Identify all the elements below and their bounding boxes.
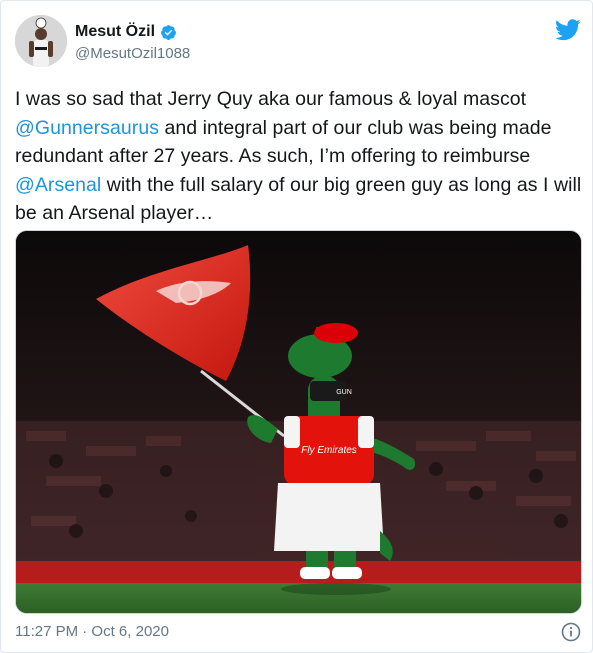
tweet-card: Mesut Özil @MesutOzil1088 I was so sad t… (0, 0, 593, 653)
display-name-row: Mesut Özil (75, 21, 190, 43)
author-names: Mesut Özil @MesutOzil1088 (75, 21, 190, 62)
display-name[interactable]: Mesut Özil (75, 23, 155, 41)
tweet-text-segment: I was so sad that Jerry Quy aka our famo… (15, 88, 527, 110)
tweet-header: Mesut Özil @MesutOzil1088 (15, 15, 581, 75)
timestamp[interactable]: 11:27 PM · Oct 6, 2020 (15, 623, 169, 640)
pitch-side-boards (16, 561, 581, 583)
shirt-sponsor: Fly Emirates (301, 445, 357, 456)
tweet-photo[interactable]: Fly Emirates GUN (15, 230, 582, 614)
mention-gunnersaurus[interactable]: @Gunnersaurus (15, 117, 159, 139)
mascot-photo: Fly Emirates GUN (16, 231, 581, 613)
verified-badge-icon (161, 24, 176, 40)
info-icon[interactable] (561, 622, 581, 642)
collar-text: GUN (336, 389, 352, 396)
twitter-bird-icon[interactable] (555, 19, 581, 41)
handle[interactable]: @MesutOzil1088 (75, 45, 190, 62)
mention-arsenal[interactable]: @Arsenal (15, 174, 101, 196)
avatar[interactable] (15, 15, 67, 67)
tweet-text: I was so sad that Jerry Quy aka our famo… (15, 85, 583, 228)
